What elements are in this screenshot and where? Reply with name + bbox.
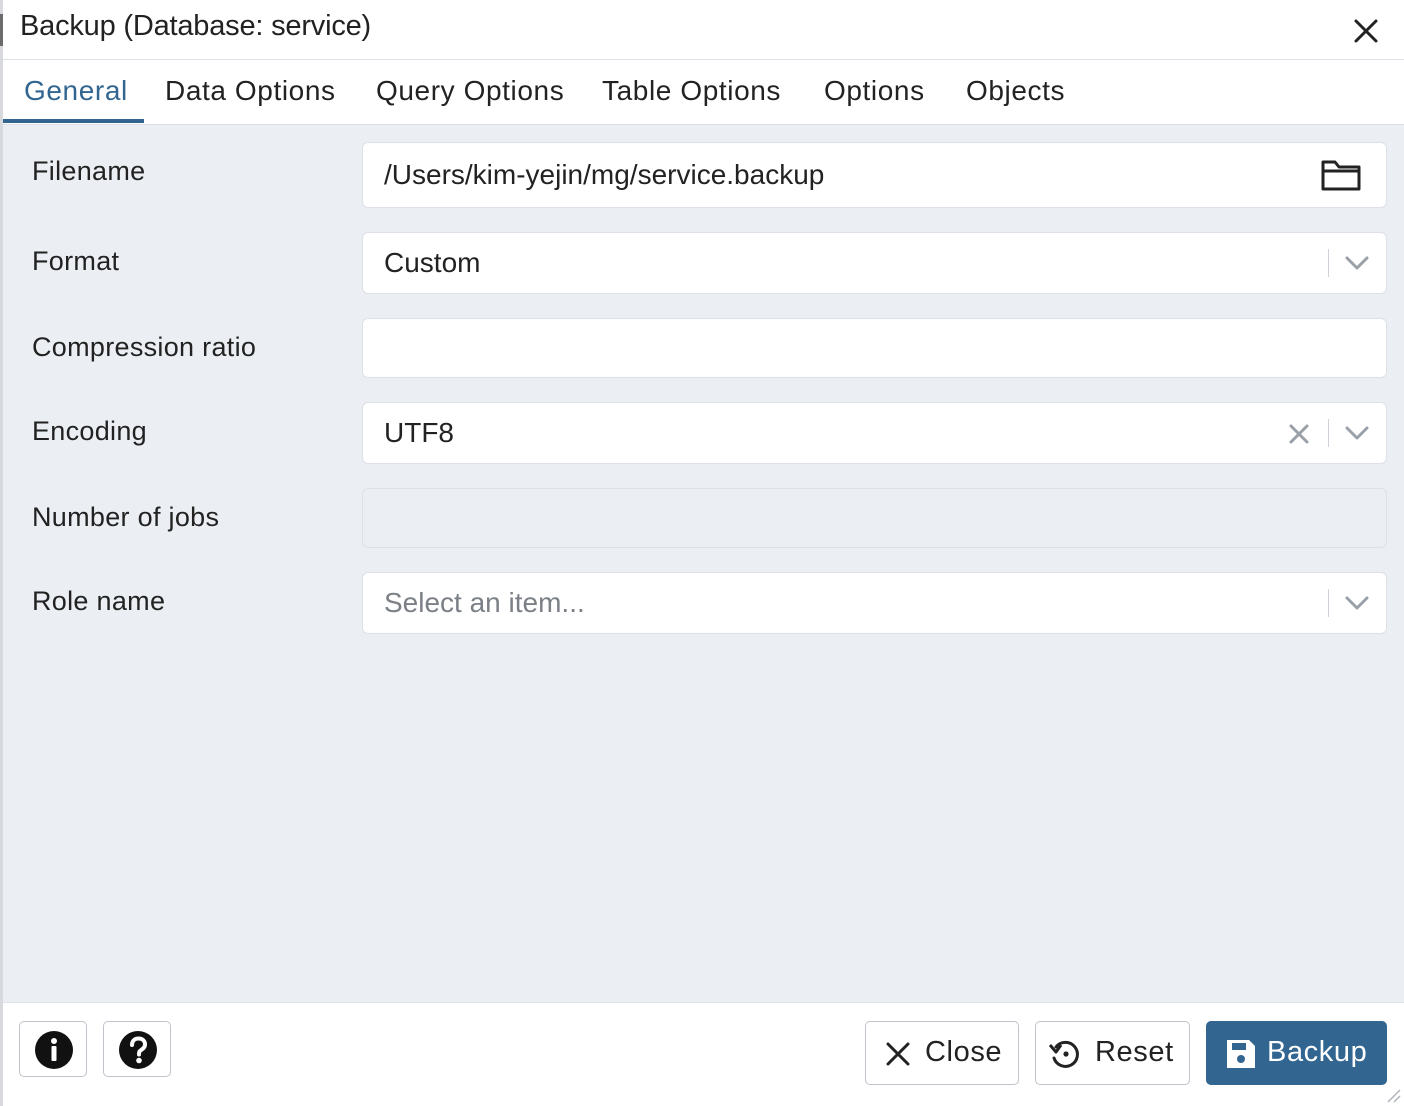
format-value: Custom <box>384 247 481 278</box>
help-icon <box>119 1031 157 1069</box>
chevron-down-icon[interactable] <box>1344 253 1370 278</box>
compression-ratio-label: Compression ratio <box>32 332 257 362</box>
tab-data-options[interactable]: Data Options <box>165 75 336 107</box>
select-separator <box>1328 419 1329 447</box>
encoding-label: Encoding <box>32 416 147 446</box>
close-button-label: Close <box>925 1036 1003 1068</box>
close-icon <box>886 1042 910 1066</box>
close-button[interactable]: Close <box>865 1021 1019 1085</box>
chevron-down-icon[interactable] <box>1344 593 1370 618</box>
format-select[interactable]: Custom <box>362 232 1387 294</box>
select-separator <box>1328 249 1329 277</box>
select-separator <box>1328 589 1329 617</box>
backup-button-label: Backup <box>1267 1036 1368 1068</box>
dialog-title: Backup (Database: service) <box>20 10 372 42</box>
encoding-select[interactable]: UTF8 <box>362 402 1387 464</box>
compression-ratio-input[interactable] <box>362 318 1387 378</box>
help-button[interactable] <box>103 1021 171 1077</box>
reset-button[interactable]: Reset <box>1035 1021 1190 1085</box>
backup-button[interactable]: Backup <box>1206 1021 1387 1085</box>
filename-value: /Users/kim-yejin/mg/service.backup <box>384 159 825 190</box>
form-body: Filename /Users/kim-yejin/mg/service.bac… <box>3 125 1404 1002</box>
dialog-titlebar[interactable]: Backup (Database: service) <box>3 0 1404 60</box>
number-of-jobs-input <box>362 488 1387 548</box>
filename-field[interactable]: /Users/kim-yejin/mg/service.backup <box>362 142 1387 208</box>
tab-objects[interactable]: Objects <box>966 75 1065 107</box>
reset-icon <box>1048 1040 1079 1068</box>
clear-icon[interactable] <box>1287 422 1311 451</box>
encoding-value: UTF8 <box>384 417 454 448</box>
role-name-label: Role name <box>32 586 166 616</box>
dialog-footer: Close Reset Backup <box>3 1002 1404 1106</box>
folder-icon[interactable] <box>1320 158 1362 197</box>
number-of-jobs-label: Number of jobs <box>32 502 220 532</box>
resize-grip-icon[interactable] <box>1384 1086 1402 1104</box>
info-icon <box>35 1031 73 1069</box>
filename-label: Filename <box>32 156 146 186</box>
tab-general[interactable]: General <box>24 75 128 107</box>
info-button[interactable] <box>19 1021 87 1077</box>
tab-query-options[interactable]: Query Options <box>376 75 564 107</box>
reset-button-label: Reset <box>1095 1036 1174 1068</box>
chevron-down-icon[interactable] <box>1344 423 1370 448</box>
close-icon[interactable] <box>1350 15 1382 47</box>
format-label: Format <box>32 246 120 276</box>
tab-table-options[interactable]: Table Options <box>602 75 781 107</box>
role-name-select[interactable]: Select an item... <box>362 572 1387 634</box>
save-icon <box>1227 1040 1255 1068</box>
role-name-placeholder: Select an item... <box>384 587 585 618</box>
tab-options[interactable]: Options <box>824 75 925 107</box>
backup-dialog: Backup (Database: service) General Data … <box>0 0 1404 1106</box>
active-tab-indicator <box>3 119 144 123</box>
tab-bar: General Data Options Query Options Table… <box>3 61 1404 125</box>
